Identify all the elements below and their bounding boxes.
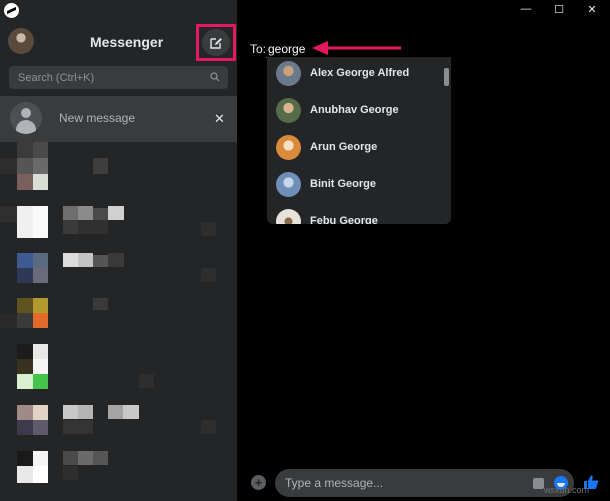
suggestion-item[interactable]: Arun George: [267, 131, 443, 168]
recipient-label: To:: [250, 42, 267, 56]
suggestion-name: Febu George: [310, 215, 378, 224]
suggestion-name: Binit George: [310, 178, 377, 190]
avatar: [276, 135, 301, 160]
search-icon: [210, 72, 220, 82]
compose-button[interactable]: [202, 29, 230, 56]
suggestion-item[interactable]: Alex George Alfred: [267, 57, 443, 94]
new-message-label: New message: [59, 111, 136, 125]
suggestion-item[interactable]: Febu George: [267, 205, 443, 224]
pointer-arrow-icon: [312, 41, 401, 55]
suggestion-name: Alex George Alfred: [310, 67, 410, 79]
suggestion-item[interactable]: Anubhav George: [267, 94, 443, 131]
suggestion-name: Arun George: [310, 141, 378, 153]
sidebar: Messenger New message: [0, 0, 237, 501]
profile-avatar[interactable]: [8, 28, 34, 54]
minimize-button[interactable]: —: [510, 0, 542, 18]
default-avatar-icon: [10, 102, 42, 134]
suggestions-scrollbar[interactable]: [444, 68, 449, 86]
new-message-row[interactable]: New message: [0, 96, 237, 142]
avatar: [276, 98, 301, 123]
recipient-suggestions: Alex George Alfred Anubhav George Arun G…: [267, 57, 451, 224]
close-window-button[interactable]: ✕: [576, 0, 608, 18]
suggestion-name: Anubhav George: [310, 104, 399, 116]
avatar: [276, 172, 301, 197]
watermark-text: wsxdn.com: [544, 485, 590, 495]
avatar: [276, 209, 301, 224]
search-input[interactable]: [9, 66, 209, 89]
recipient-input[interactable]: george: [268, 42, 305, 56]
conversation-list[interactable]: [0, 142, 237, 501]
search-box[interactable]: [9, 66, 228, 89]
plus-icon[interactable]: +: [251, 475, 266, 490]
maximize-button[interactable]: ☐: [543, 0, 575, 18]
compose-icon: [210, 37, 222, 49]
avatar: [276, 61, 301, 86]
sticker-icon[interactable]: [533, 478, 544, 489]
message-composer[interactable]: [275, 469, 574, 497]
messenger-logo-icon: [4, 3, 19, 18]
app-title: Messenger: [90, 34, 164, 50]
close-icon[interactable]: ✕: [214, 112, 225, 125]
suggestion-item[interactable]: Binit George: [267, 168, 443, 205]
message-input[interactable]: [275, 469, 525, 497]
